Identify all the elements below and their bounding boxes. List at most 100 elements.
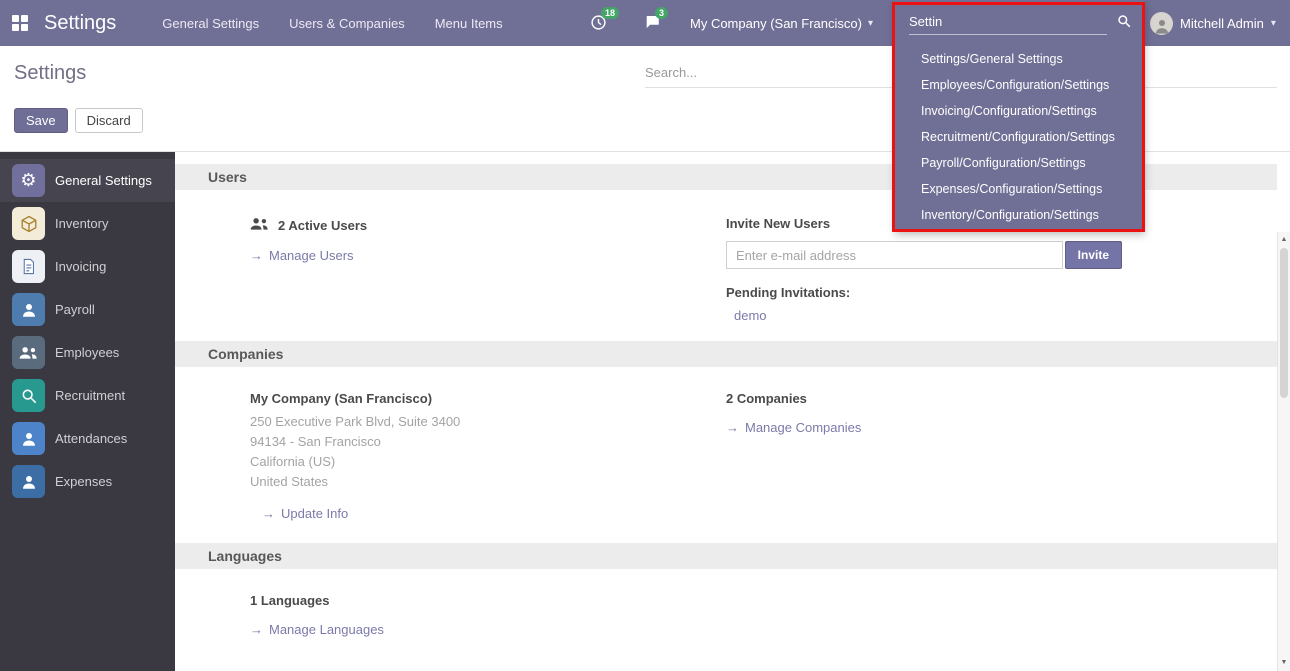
manage-companies-row: → Manage Companies <box>726 420 1237 435</box>
invoice-document-icon <box>12 250 45 283</box>
sidebar-item-label: Expenses <box>55 474 112 489</box>
apps-grid-square <box>21 24 28 31</box>
user-name: Mitchell Admin <box>1180 16 1264 31</box>
pending-user-link[interactable]: demo <box>734 308 1237 323</box>
user-menu[interactable]: Mitchell Admin ▾ <box>1150 0 1276 46</box>
arrow-right-icon: → <box>250 622 263 637</box>
attendance-person-icon <box>12 422 45 455</box>
activity-menu[interactable]: 18 <box>590 14 607 34</box>
control-panel-buttons: Save Discard <box>14 108 143 133</box>
chat-bubble-icon <box>644 19 661 34</box>
page-title: Settings <box>14 62 86 85</box>
messages-menu[interactable]: 3 <box>644 14 661 34</box>
sidebar-item-attendances[interactable]: Attendances <box>0 417 175 460</box>
sidebar-item-label: Attendances <box>55 431 127 446</box>
messages-badge: 3 <box>655 7 668 19</box>
languages-count: 1 Languages <box>250 593 686 608</box>
search-result-item[interactable]: Expenses/Configuration/Settings <box>895 176 1145 202</box>
sidebar-item-payroll[interactable]: Payroll <box>0 288 175 331</box>
menu-general-settings[interactable]: General Settings <box>162 12 259 35</box>
update-info-row: → Update Info <box>262 506 686 521</box>
company-switcher-label: My Company (San Francisco) <box>690 16 862 31</box>
inventory-box-icon <box>12 207 45 240</box>
search-result-item[interactable]: Settings/General Settings <box>895 46 1145 72</box>
sidebar-item-recruitment[interactable]: Recruitment <box>0 374 175 417</box>
company-switcher[interactable]: My Company (San Francisco) ▾ <box>690 0 873 46</box>
active-users-text: 2 Active Users <box>278 218 367 233</box>
sidebar-item-label: Employees <box>55 345 119 360</box>
menu-search-input-row <box>895 0 1145 44</box>
apps-grid-square <box>21 15 28 22</box>
invite-row: Invite <box>726 241 1122 269</box>
companies-count: 2 Companies <box>726 391 1237 406</box>
sidebar-item-employees[interactable]: Employees <box>0 331 175 374</box>
scroll-down-icon[interactable]: ▼ <box>1278 657 1290 669</box>
company-name: My Company (San Francisco) <box>250 391 686 406</box>
menu-search-input[interactable] <box>909 9 1107 35</box>
manage-languages-link[interactable]: Manage Languages <box>269 622 384 637</box>
sidebar-item-label: Inventory <box>55 216 108 231</box>
languages-right-column <box>726 593 1277 637</box>
activity-badge: 18 <box>601 7 619 19</box>
languages-section-row: 1 Languages → Manage Languages <box>175 593 1277 637</box>
save-button[interactable]: Save <box>14 108 68 133</box>
sidebar-item-label: General Settings <box>55 173 152 188</box>
app-title[interactable]: Settings <box>44 12 116 35</box>
update-info-link[interactable]: Update Info <box>281 506 348 521</box>
expenses-person-icon <box>12 465 45 498</box>
sidebar-item-expenses[interactable]: Expenses <box>0 460 175 503</box>
sidebar-item-label: Invoicing <box>55 259 106 274</box>
companies-section-row: My Company (San Francisco) 250 Executive… <box>175 391 1277 521</box>
arrow-right-icon: → <box>262 506 275 521</box>
sidebar-item-invoicing[interactable]: Invoicing <box>0 245 175 288</box>
search-result-item[interactable]: Invoicing/Configuration/Settings <box>895 98 1145 124</box>
manage-languages-row: → Manage Languages <box>250 622 686 637</box>
search-result-item[interactable]: Inventory/Configuration/Settings <box>895 202 1145 228</box>
menu-users-companies[interactable]: Users & Companies <box>289 12 405 35</box>
menu-search-results: Settings/General Settings Employees/Conf… <box>895 44 1145 228</box>
manage-companies-link[interactable]: Manage Companies <box>745 420 861 435</box>
users-left-column: 2 Active Users → Manage Users <box>175 216 726 323</box>
avatar <box>1150 12 1173 35</box>
recruitment-magnifier-icon <box>12 379 45 412</box>
discard-button[interactable]: Discard <box>75 108 143 133</box>
search-result-item[interactable]: Payroll/Configuration/Settings <box>895 150 1145 176</box>
scroll-up-icon[interactable]: ▲ <box>1278 234 1290 246</box>
menu-menu-items[interactable]: Menu Items <box>435 12 503 35</box>
address-line: California (US) <box>250 452 686 472</box>
apps-menu-icon[interactable] <box>12 15 28 31</box>
manage-users-link[interactable]: Manage Users <box>269 248 354 263</box>
app-menu: General Settings Users & Companies Menu … <box>162 12 502 35</box>
payroll-person-icon <box>12 293 45 326</box>
companies-right-column: 2 Companies → Manage Companies <box>726 391 1277 521</box>
chevron-down-icon: ▾ <box>868 18 873 29</box>
menu-search-dropdown: Settings/General Settings Employees/Conf… <box>895 0 1145 232</box>
users-group-icon <box>250 216 269 234</box>
sidebar-item-general-settings[interactable]: ⚙ General Settings <box>0 159 175 202</box>
apps-grid-square <box>12 15 19 22</box>
users-section-row: 2 Active Users → Manage Users Invite New … <box>175 216 1277 323</box>
companies-left-column: My Company (San Francisco) 250 Executive… <box>175 391 726 521</box>
vertical-scrollbar[interactable]: ▲ ▼ <box>1277 232 1290 671</box>
search-result-item[interactable]: Employees/Configuration/Settings <box>895 72 1145 98</box>
sidebar-item-inventory[interactable]: Inventory <box>0 202 175 245</box>
scrollbar-thumb[interactable] <box>1280 248 1288 398</box>
search-icon[interactable] <box>1117 14 1131 31</box>
manage-users-row: → Manage Users <box>250 248 686 263</box>
users-right-column: Invite New Users Invite Pending Invitati… <box>726 216 1277 323</box>
apps-grid-square <box>12 24 19 31</box>
arrow-right-icon: → <box>250 248 263 263</box>
gear-icon: ⚙ <box>12 164 45 197</box>
languages-left-column: 1 Languages → Manage Languages <box>175 593 726 637</box>
pending-invitations-label: Pending Invitations: <box>726 285 1237 300</box>
clock-icon <box>590 19 607 34</box>
invite-email-field[interactable] <box>726 241 1063 269</box>
search-result-item[interactable]: Recruitment/Configuration/Settings <box>895 124 1145 150</box>
address-line: 250 Executive Park Blvd, Suite 3400 <box>250 412 686 432</box>
address-line: United States <box>250 472 686 492</box>
chevron-down-icon: ▾ <box>1271 18 1276 29</box>
arrow-right-icon: → <box>726 420 739 435</box>
invite-button[interactable]: Invite <box>1065 241 1122 269</box>
active-users-line: 2 Active Users <box>250 216 686 234</box>
section-header-languages: Languages <box>175 543 1277 569</box>
